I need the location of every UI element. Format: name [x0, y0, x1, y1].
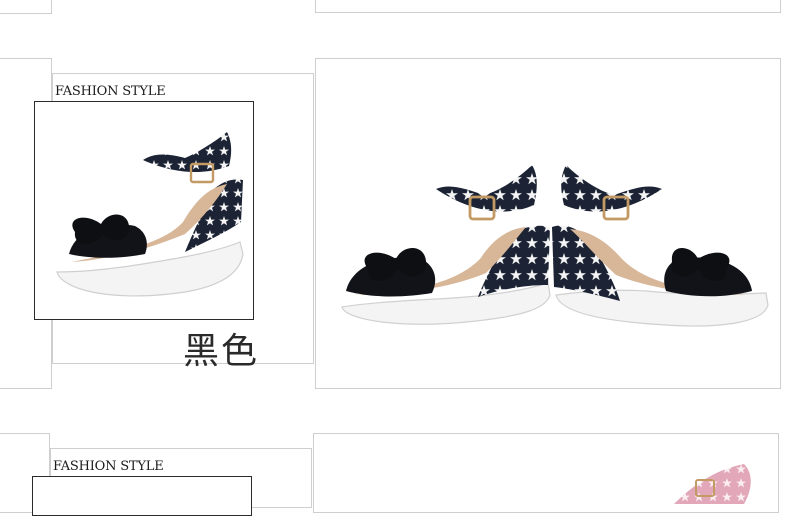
section2-product-frame	[313, 433, 779, 513]
top-right-frame	[315, 0, 781, 13]
section1-product-sandal-pair	[341, 165, 769, 327]
top-left-frame	[0, 0, 52, 14]
section1-fashion-style-label: FASHION STYLE	[55, 84, 166, 99]
section1-color-name: 黑色	[183, 331, 260, 372]
section1-thumbnail-sandal	[56, 132, 244, 297]
section2-fashion-style-label: FASHION STYLE	[53, 459, 164, 474]
section2-thumbnail-frame	[32, 476, 252, 516]
section1-thumbnail-frame	[34, 101, 254, 320]
section1-product-frame	[315, 58, 781, 389]
section2-product-sandal-pink-edge	[674, 464, 751, 504]
